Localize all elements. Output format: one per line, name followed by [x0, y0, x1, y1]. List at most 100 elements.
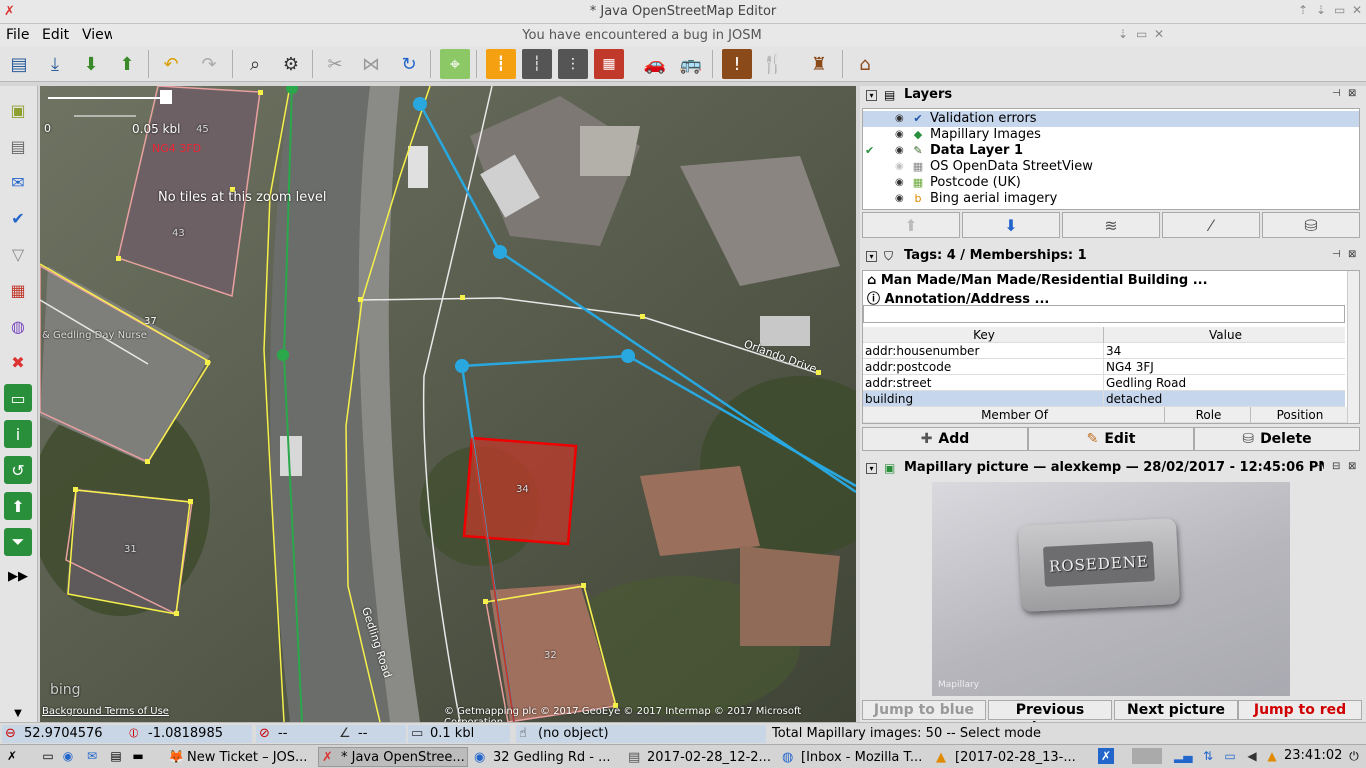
highway-icon[interactable]: ┆ [522, 49, 552, 79]
next-picture-button[interactable]: Next picture [1114, 700, 1238, 720]
warning-icon[interactable]: ! [722, 49, 752, 79]
detach-icon[interactable]: ⊣ [1316, 461, 1325, 472]
value-column-header[interactable]: Value [1104, 327, 1345, 343]
close-panel-icon[interactable]: ⊠ [1348, 88, 1356, 99]
filter-icon[interactable]: ▽ [4, 240, 32, 268]
selection-icon[interactable]: ⌖ [440, 49, 470, 79]
menu-edit[interactable]: Edit [42, 24, 69, 46]
split-way-icon[interactable]: ✂ [320, 49, 350, 79]
dock-icon[interactable]: ⊟ [1332, 461, 1340, 472]
collapse-icon[interactable]: ▾ [866, 90, 877, 101]
vlc-tray-icon[interactable]: ▲ [1264, 748, 1280, 764]
validation-icon[interactable]: ✔ [4, 204, 32, 232]
close-panel-icon[interactable]: ⊠ [1348, 461, 1356, 472]
menu-view[interactable]: View [82, 24, 115, 46]
tag-key[interactable]: building [863, 391, 1104, 407]
close-button[interactable]: ✕ [1352, 3, 1362, 17]
maximize-button[interactable]: ▭ [1334, 3, 1345, 17]
minimize-button[interactable]: ⇡ [1298, 3, 1308, 17]
layer-row[interactable]: ◉ ◆ Mapillary Images [863, 127, 1359, 143]
castle-icon[interactable]: ♜ [804, 49, 834, 79]
workspace-2-icon[interactable] [1132, 748, 1162, 764]
preferences-icon[interactable]: ⚙ [276, 49, 306, 79]
terminal-launcher-icon[interactable]: ▬ [130, 748, 146, 764]
crossing-icon[interactable]: ┇ [486, 49, 516, 79]
detach-icon[interactable]: ⊣ [1332, 249, 1341, 260]
tag-value[interactable]: 34 [1104, 343, 1345, 359]
redo-icon[interactable]: ↷ [194, 49, 224, 79]
previous-picture-button[interactable]: Previous picture [988, 700, 1112, 736]
chrome-launcher-icon[interactable]: ◉ [60, 748, 76, 764]
history-icon[interactable]: ↺ [4, 456, 32, 484]
bug-dialog-minimize-icon[interactable]: ⇣ [1118, 27, 1128, 41]
volume-icon[interactable]: ◀ [1244, 748, 1260, 764]
visible-eye-icon[interactable]: ◉ [895, 143, 904, 159]
collapse-icon[interactable]: ▾ [866, 251, 877, 262]
orthogonalize-icon[interactable]: ↻ [394, 49, 424, 79]
info-icon[interactable]: i [4, 420, 32, 448]
collapse-icon[interactable]: ▾ [866, 463, 877, 474]
visible-eye-icon[interactable]: ◉ [895, 175, 904, 191]
start-menu-icon[interactable]: ✗ [4, 748, 20, 764]
layer-row[interactable]: ◉ ▦ OS OpenData StreetView [863, 159, 1359, 175]
tags-panel-header[interactable]: ▾ ⛉ Tags: 4 / Memberships: 1 ⊣ ⊠ [862, 248, 1362, 266]
mapillary-panel-header[interactable]: ▾ ▣ Mapillary picture — alexkemp — 28/02… [862, 460, 1362, 478]
restaurant-icon[interactable]: 🍴 [758, 49, 788, 79]
wall-icon[interactable]: ▦ [594, 49, 624, 79]
add-layer-icon[interactable]: ▣ [4, 96, 32, 124]
mapillary-filter-icon[interactable]: ⏷ [4, 528, 32, 556]
visible-eye-icon[interactable]: ◉ [895, 127, 904, 143]
power-icon[interactable]: ⏻ [1346, 748, 1362, 764]
combine-way-icon[interactable]: ⋈ [356, 49, 386, 79]
jump-to-red-button[interactable]: Jump to red [1238, 700, 1362, 720]
notes-icon[interactable]: ✖ [4, 348, 32, 376]
move-up-icon[interactable]: ⬆ [862, 212, 960, 238]
map-view[interactable]: 0 0.05 kbl No tiles at this zoom level N… [40, 86, 856, 722]
mapillary-upload-icon[interactable]: ⬆ [4, 492, 32, 520]
files-launcher-icon[interactable]: ▤ [108, 748, 124, 764]
background-terms-link[interactable]: Background Terms of Use [42, 706, 169, 717]
key-column-header[interactable]: Key [863, 327, 1104, 343]
add-tag-button[interactable]: ✚ Add [862, 427, 1028, 451]
expand-icon[interactable]: ▶▶ [4, 562, 32, 590]
edit-tag-button[interactable]: ✎ Edit [1028, 427, 1194, 451]
tag-value[interactable]: NG4 3FJ [1104, 359, 1345, 375]
mapillary-icon[interactable]: ▭ [4, 384, 32, 412]
layer-list-icon[interactable]: ▤ [4, 132, 32, 160]
map-paint-icon[interactable]: ◍ [4, 312, 32, 340]
position-column-header[interactable]: Position [1251, 407, 1347, 423]
taskbar-task[interactable]: ▲ [2017-02-28_13-... [932, 747, 1082, 767]
thunderbird-launcher-icon[interactable]: ✉ [84, 748, 100, 764]
visible-eye-icon[interactable]: ◉ [895, 111, 904, 127]
network-icon[interactable]: ⇅ [1200, 748, 1216, 764]
active-layer-icon[interactable]: ✔ [865, 143, 874, 159]
delete-tag-button[interactable]: ⛁ Delete [1194, 427, 1360, 451]
clock[interactable]: 23:41:02 [1284, 748, 1342, 763]
workspace-icon[interactable]: ✗ [1098, 748, 1114, 764]
message-icon[interactable]: ✉ [4, 168, 32, 196]
delete-layer-icon[interactable]: ⛁ [1262, 212, 1360, 238]
car-icon[interactable]: 🚗 [640, 49, 670, 79]
hidden-eye-icon[interactable]: ◉ [895, 159, 904, 175]
undo-icon[interactable]: ↶ [156, 49, 186, 79]
scroll-down-icon[interactable]: ▼ [4, 706, 32, 720]
layer-row[interactable]: ◉ b Bing aerial imagery [863, 191, 1359, 207]
menu-file[interactable]: File [6, 24, 29, 46]
tags-scrollbar[interactable] [1347, 271, 1359, 423]
layers-panel-header[interactable]: ▾ ▤ Layers ⊣ ⊠ [862, 87, 1362, 105]
relation-icon[interactable]: ▦ [4, 276, 32, 304]
layer-row[interactable]: ◉ ✔ Validation errors [863, 111, 1359, 127]
member-of-column-header[interactable]: Member Of [863, 407, 1165, 423]
show-desktop-icon[interactable]: ▭ [40, 748, 56, 764]
map-canvas[interactable] [40, 86, 856, 722]
taskbar-task[interactable]: ◉ 32 Gedling Rd - ... [470, 747, 620, 767]
mapillary-photo[interactable]: ROSEDENE Mapillary [932, 482, 1290, 696]
visible-eye-icon[interactable]: ◉ [895, 191, 904, 207]
bug-dialog-maximize-icon[interactable]: ▭ [1136, 27, 1147, 41]
tag-key[interactable]: addr:postcode [863, 359, 1104, 375]
layer-row[interactable]: ◉ ▦ Postcode (UK) [863, 175, 1359, 191]
layer-settings-icon[interactable]: ⁄ [1162, 212, 1260, 238]
restore-button[interactable]: ⇣ [1316, 3, 1326, 17]
open-icon[interactable]: ▤ [4, 49, 34, 79]
display-icon[interactable]: ▭ [1222, 748, 1238, 764]
